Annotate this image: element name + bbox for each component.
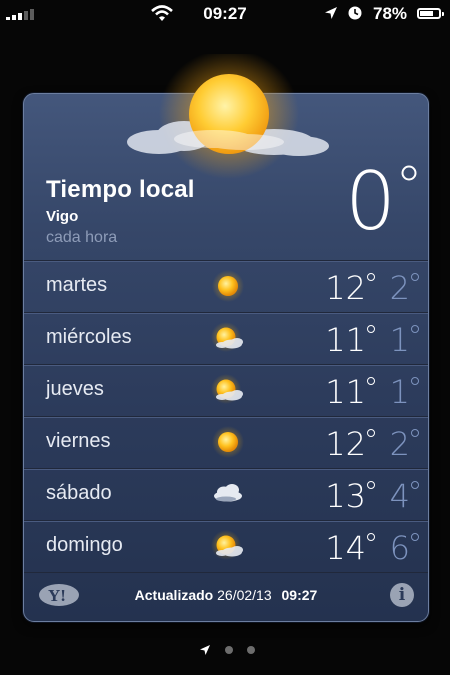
forecast-day: miércoles xyxy=(46,326,132,348)
degree-symbol xyxy=(367,481,375,489)
degree-symbol xyxy=(367,325,375,333)
forecast-row: viernes 12 2 xyxy=(24,416,428,468)
degree-symbol xyxy=(367,429,375,437)
degree-symbol xyxy=(411,481,419,489)
city-name: Vigo xyxy=(46,208,79,225)
current-temperature: 0 xyxy=(345,155,396,248)
degree-symbol xyxy=(411,429,419,437)
forecast-row: domingo 14 6 xyxy=(24,520,428,573)
forecast-day: sábado xyxy=(46,482,112,504)
forecast-high: 11 xyxy=(325,373,366,411)
forecast-low: 6 xyxy=(389,529,410,567)
widget-footer: Y! Actualizado 26/02/13 09:27 i xyxy=(24,572,428,620)
location-arrow-icon xyxy=(325,7,337,19)
forecast-high: 14 xyxy=(325,529,366,567)
degree-symbol xyxy=(367,273,375,281)
forecast-day: domingo xyxy=(46,534,123,556)
cloud-icon xyxy=(210,478,246,510)
degree-symbol xyxy=(411,377,419,385)
forecast-low: 2 xyxy=(389,269,410,307)
battery-percent: 78% xyxy=(373,4,408,23)
degree-symbol xyxy=(411,533,419,541)
forecast-day: martes xyxy=(46,274,108,296)
forecast-day: jueves xyxy=(46,378,104,400)
sun-icon xyxy=(210,270,246,302)
forecast-row: miércoles 11 1 xyxy=(24,312,428,364)
battery-icon xyxy=(417,8,444,19)
location-arrow-icon xyxy=(200,645,210,655)
page-indicator[interactable] xyxy=(0,643,450,657)
forecast-low: 1 xyxy=(389,321,410,359)
forecast-high: 11 xyxy=(325,321,366,359)
partly-cloudy-icon xyxy=(210,322,246,354)
sun-icon xyxy=(210,426,246,458)
forecast-low: 2 xyxy=(389,425,410,463)
forecast-low: 4 xyxy=(389,477,410,515)
degree-symbol xyxy=(401,165,417,181)
updated-label: Actualizado xyxy=(134,587,214,603)
updated-date: 26/02/13 xyxy=(217,587,272,603)
page-dot[interactable] xyxy=(225,646,233,654)
updated-time: 09:27 xyxy=(281,587,318,603)
forecast-row: sábado 13 4 xyxy=(24,468,428,520)
status-bar: 09:27 78% xyxy=(0,0,450,28)
widget-title: Tiempo local xyxy=(46,176,195,203)
last-updated: Actualizado 26/02/13 09:27 xyxy=(24,587,428,603)
forecast-high: 13 xyxy=(325,477,366,515)
forecast-row: jueves 11 1 xyxy=(24,364,428,416)
page-dot[interactable] xyxy=(247,646,255,654)
info-button[interactable]: i xyxy=(390,583,414,607)
degree-symbol xyxy=(411,273,419,281)
forecast-high: 12 xyxy=(325,269,366,307)
forecast-low: 1 xyxy=(389,373,410,411)
forecast-row: martes 12 2 xyxy=(24,260,428,312)
forecast-mode-label: cada hora xyxy=(46,229,118,246)
degree-symbol xyxy=(411,325,419,333)
forecast-high: 12 xyxy=(325,425,366,463)
degree-symbol xyxy=(367,533,375,541)
weather-widget[interactable]: Tiempo local Vigo cada hora 0 martes 12 … xyxy=(23,54,429,622)
forecast-list: martes 12 2 miércoles 11 1 jueves 11 1 v… xyxy=(24,260,428,573)
partly-cloudy-icon xyxy=(210,530,246,562)
partly-cloudy-icon xyxy=(210,374,246,406)
forecast-day: viernes xyxy=(46,430,111,452)
degree-symbol xyxy=(367,377,375,385)
clock-lock-icon xyxy=(348,6,362,20)
